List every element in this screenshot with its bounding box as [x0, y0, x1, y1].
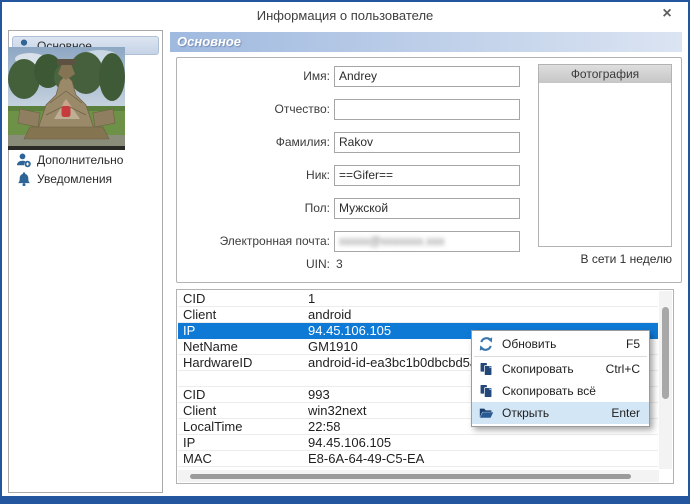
table-row[interactable]: MAC E8-6A-64-49-C5-EA — [178, 451, 658, 467]
name-input[interactable]: Andrey — [334, 66, 520, 87]
menu-item-copy[interactable]: Скопировать Ctrl+C — [472, 358, 649, 380]
patronymic-label: Отчество: — [274, 102, 331, 116]
gender-label: Пол: — [304, 201, 330, 215]
window-title: Информация о пользователе — [256, 8, 434, 23]
patronymic-input[interactable] — [334, 99, 520, 120]
gender-input[interactable]: Мужской — [334, 198, 520, 219]
menu-item-open[interactable]: Открыть Enter — [472, 402, 649, 424]
menu-item-label: Скопировать — [502, 362, 574, 376]
nickname-input[interactable]: ==Gifer== — [334, 165, 520, 186]
sidebar-item-label: Уведомления — [37, 171, 113, 186]
table-row[interactable]: Client android — [178, 307, 658, 323]
vertical-scrollbar[interactable] — [659, 291, 672, 469]
menu-item-shortcut: Ctrl+C — [605, 362, 640, 376]
vertical-scrollbar-thumb[interactable] — [662, 307, 669, 399]
refresh-icon — [478, 336, 494, 352]
surname-label: Фамилия: — [275, 135, 330, 149]
sidebar-item-label: Дополнительно — [37, 152, 124, 167]
menu-item-refresh[interactable]: Обновить F5 — [472, 333, 649, 355]
email-label: Электронная почта: — [219, 234, 330, 248]
menu-item-label: Открыть — [502, 406, 550, 420]
copy-icon — [478, 383, 494, 399]
menu-item-shortcut: Enter — [611, 406, 640, 420]
context-menu: Обновить F5 Скопировать Ctrl+C Скопирова… — [471, 330, 650, 427]
menu-item-copy-all[interactable]: Скопировать всё — [472, 380, 649, 402]
section-header: Основное — [170, 32, 682, 52]
sidebar-item-notifications[interactable]: Уведомления — [12, 169, 159, 188]
close-button[interactable]: × — [658, 5, 676, 23]
email-input[interactable]: xxxxx@xxxxxxx.xxx — [334, 231, 520, 252]
bell-icon — [16, 171, 32, 187]
menu-separator — [474, 356, 647, 357]
sidebar-item-additional[interactable]: Дополнительно — [12, 150, 159, 169]
obscured-email-text: xxxxx@xxxxxxx.xxx — [339, 234, 445, 248]
horizontal-scrollbar[interactable] — [178, 470, 659, 482]
horizontal-scrollbar-thumb[interactable] — [190, 474, 631, 479]
menu-item-label: Скопировать всё — [502, 384, 596, 398]
user-plus-icon — [16, 152, 32, 168]
photo-header: Фотография — [539, 65, 671, 83]
surname-input[interactable]: Rakov — [334, 132, 520, 153]
table-row[interactable]: CID 1 — [178, 291, 658, 307]
nickname-label: Ник: — [306, 168, 330, 182]
uin-label: UIN: — [306, 257, 330, 271]
copy-icon — [478, 361, 494, 377]
user-photo — [8, 47, 125, 150]
open-folder-icon — [478, 405, 494, 421]
photo-box: Фотография — [538, 64, 672, 247]
uin-value: 3 — [336, 257, 343, 271]
user-info-window: Информация о пользователе × Основное Дом… — [0, 0, 690, 504]
online-status: В сети 1 неделю — [580, 252, 672, 266]
menu-item-shortcut: F5 — [625, 337, 640, 351]
name-label: Имя: — [303, 69, 330, 83]
table-row[interactable]: IP 94.45.106.105 — [178, 435, 658, 451]
menu-item-label: Обновить — [502, 337, 557, 351]
